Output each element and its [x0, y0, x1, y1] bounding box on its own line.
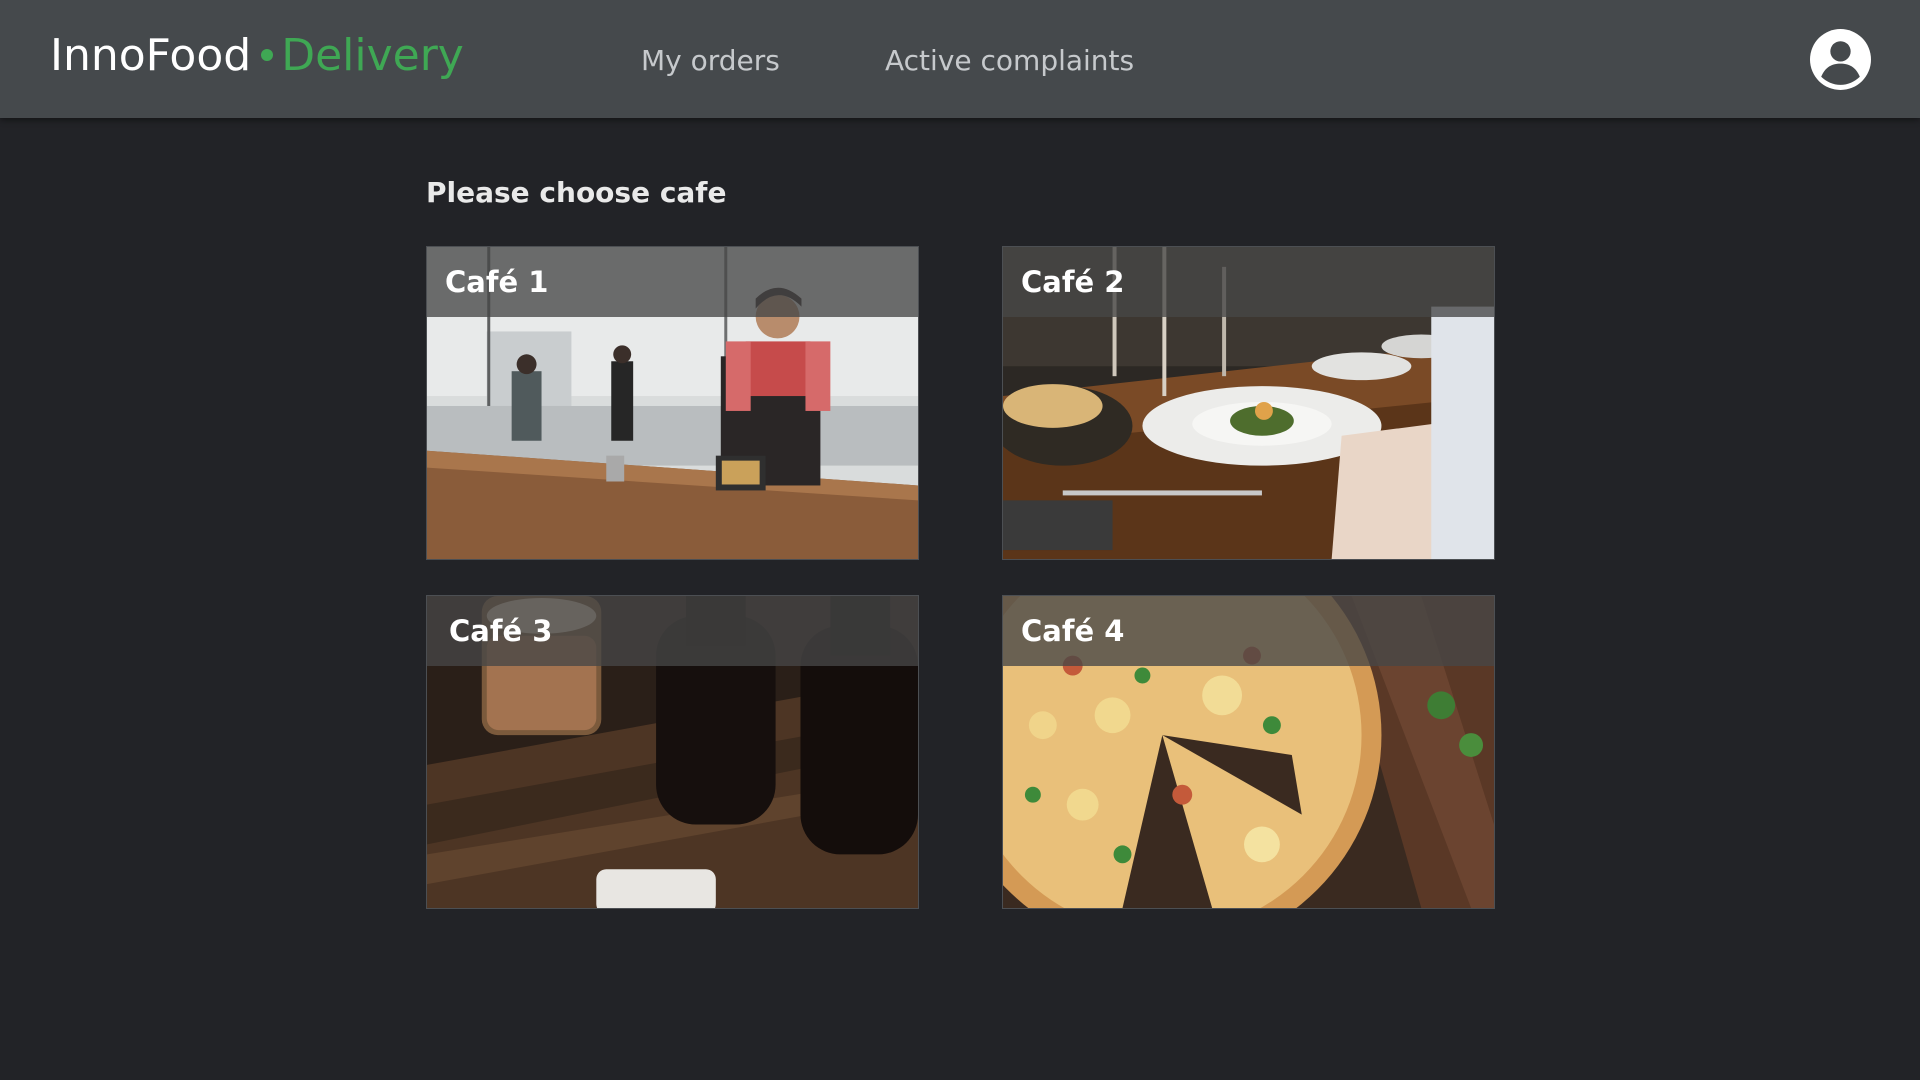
nav-link-active-complaints[interactable]: Active complaints [885, 42, 1134, 80]
cafe-title: Café 4 [1021, 614, 1125, 648]
cafe-title: Café 1 [445, 265, 549, 299]
cafe-title: Café 2 [1021, 265, 1125, 299]
page-heading: Please choose cafe [426, 176, 727, 209]
top-navbar: InnoFood Delivery My orders Active compla… [0, 0, 1920, 118]
user-account-icon[interactable] [1810, 29, 1871, 90]
cafe-card-1[interactable]: Café 1 [426, 246, 919, 560]
cafe-card-2[interactable]: Café 2 [1002, 246, 1495, 560]
cafe-card-4[interactable]: Café 4 [1002, 595, 1495, 909]
nav-link-my-orders[interactable]: My orders [641, 42, 780, 80]
brand-name: InnoFood [50, 30, 252, 81]
brand-dot-icon [261, 49, 274, 61]
brand-sub: Delivery [281, 30, 464, 81]
brand-logo[interactable]: InnoFood Delivery [50, 30, 464, 82]
cafe-title: Café 3 [449, 614, 553, 648]
cafe-card-3[interactable]: Café 3 [426, 595, 919, 909]
